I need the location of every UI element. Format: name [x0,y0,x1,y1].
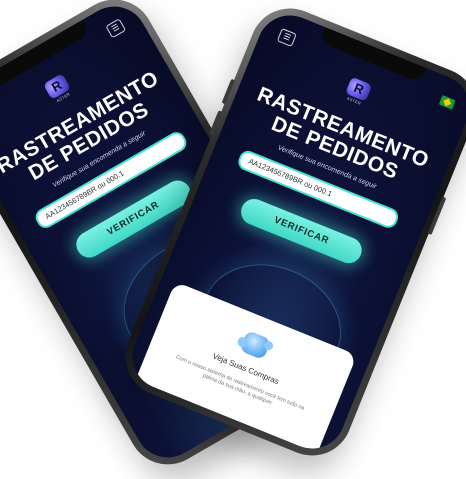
brazil-flag-icon[interactable] [438,95,456,110]
menu-icon[interactable]: ☰ [105,18,127,39]
menu-icon[interactable]: ☰ [276,28,297,48]
cloud-shopping-icon [239,330,272,361]
